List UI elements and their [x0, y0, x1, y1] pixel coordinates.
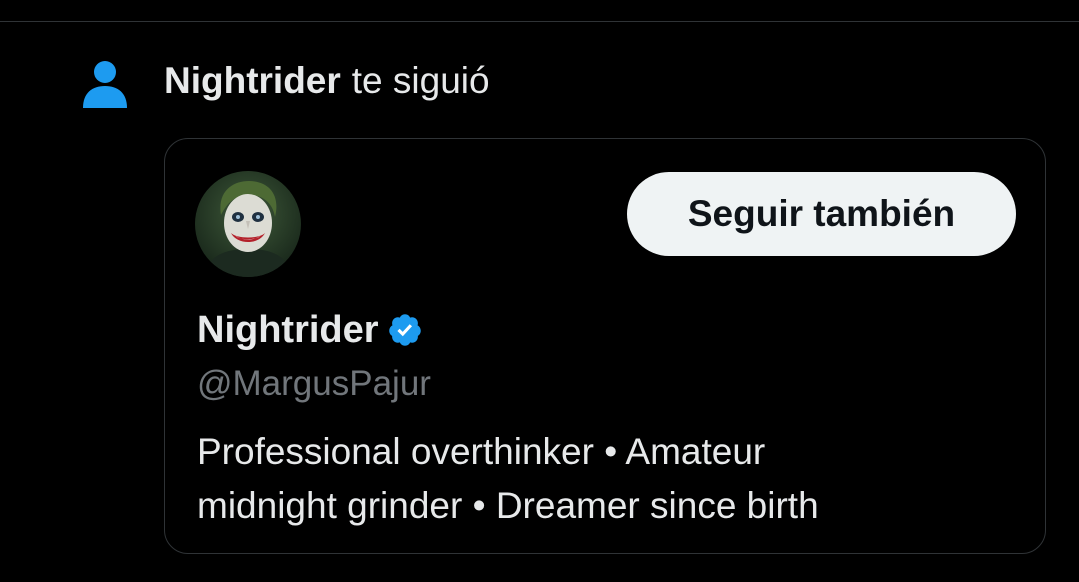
top-divider [0, 21, 1079, 22]
user-bio: Professional overthinker • Amateur midni… [197, 425, 1017, 533]
bio-line: midnight grinder • Dreamer since birth [197, 485, 819, 526]
name-row: Nightrider [197, 306, 423, 354]
user-handle[interactable]: @MargusPajur [197, 361, 431, 407]
notification-actor-name[interactable]: Nightrider [164, 60, 341, 101]
person-icon [80, 60, 130, 110]
display-name[interactable]: Nightrider [197, 306, 379, 354]
notification-action: te siguió [351, 60, 490, 101]
user-card[interactable]: Seguir también Nightrider @MargusPajur P… [164, 138, 1046, 554]
notification-text: Nightrider te siguió [164, 58, 490, 104]
verified-badge-icon[interactable] [387, 312, 423, 348]
avatar[interactable] [195, 171, 301, 277]
follow-back-button[interactable]: Seguir también [627, 172, 1016, 256]
bio-line: Professional overthinker • Amateur [197, 431, 766, 472]
joker-avatar-icon [195, 171, 301, 277]
